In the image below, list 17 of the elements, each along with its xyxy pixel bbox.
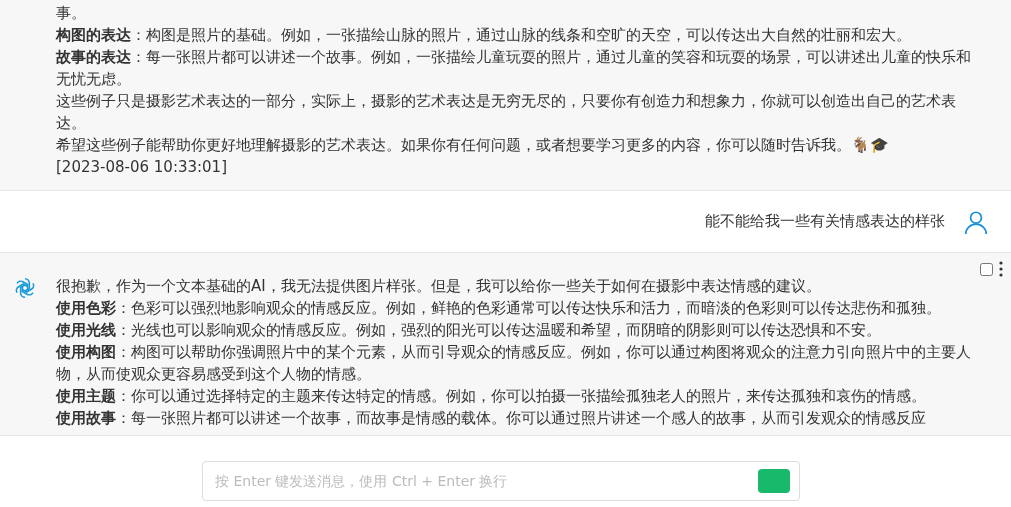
more-options-icon[interactable] xyxy=(999,261,1003,277)
user-icon xyxy=(963,208,989,235)
message-text: 希望这些例子能帮助你更好地理解摄影的艺术表达。如果你有任何问题，或者想要学习更多的内容，你可以随时告诉我。🐐🎓 xyxy=(56,135,890,156)
message-text: 事。 xyxy=(56,3,87,24)
message-input[interactable]: 按 Enter 键发送消息，使用 Ctrl + Enter 换行 xyxy=(202,461,800,501)
message-text: 使用光线：光线也可以影响观众的情感反应。例如，强烈的阳光可以传达温暖和希望，而阴暗的阴影则可以传达恐惧和不安。 xyxy=(56,320,882,341)
message-text: 很抱歉，作为一个文本基础的AI，我无法提供图片样张。但是，我可以给你一些关于如何在摄影中表达情感的建议。 xyxy=(56,276,822,297)
message-text: 能不能给我一些有关情感表达的样张 xyxy=(705,211,945,233)
timestamp: [2023-08-06 10:33:01] xyxy=(56,157,228,178)
message-text: 使用故事：每一张照片都可以讲述一个故事，而故事是情感的载体。你可以通过照片讲述一个感人的故事，从而引发观众的情感反应 xyxy=(56,408,927,429)
message-text: 使用主题：你可以通过选择特定的主题来传达特定的情感。例如，你可以拍摄一张描绘孤独老人的照片，来传达孤独和哀伤的情感。 xyxy=(56,386,927,407)
message-text: 故事的表达：每一张照片都可以讲述一个故事。例如，一张描绘儿童玩耍的照片，通过儿童的笑容和玩耍的场景，可以讲述出儿童的快乐和无忧无虑。 xyxy=(56,47,971,90)
message-text: 使用构图：构图可以帮助你强调照片中的某个元素，从而引导观众的情感反应。例如，你可以通过构图将观众的注意力引向照片中的主要人物，从而使观众更容易感受到这个人物的情感。 xyxy=(56,342,971,385)
select-checkbox[interactable] xyxy=(980,262,993,276)
message-text: 这些例子只是摄影艺术表达的一部分，实际上，摄影的艺术表达是无穷无尽的，只要你有创造力和想象力，你就可以创造出自己的艺术表达。 xyxy=(56,91,957,134)
message-text: 构图的表达：构图是照片的基础。例如，一张描绘山脉的照片，通过山脉的线条和空旷的天空，可以传达出大自然的壮丽和宏大。 xyxy=(56,25,912,46)
message-text: 使用色彩：色彩可以强烈地影响观众的情感反应。例如，鲜艳的色彩通常可以传达快乐和活力，而暗淡的色彩则可以传达悲伤和孤独。 xyxy=(56,298,942,319)
